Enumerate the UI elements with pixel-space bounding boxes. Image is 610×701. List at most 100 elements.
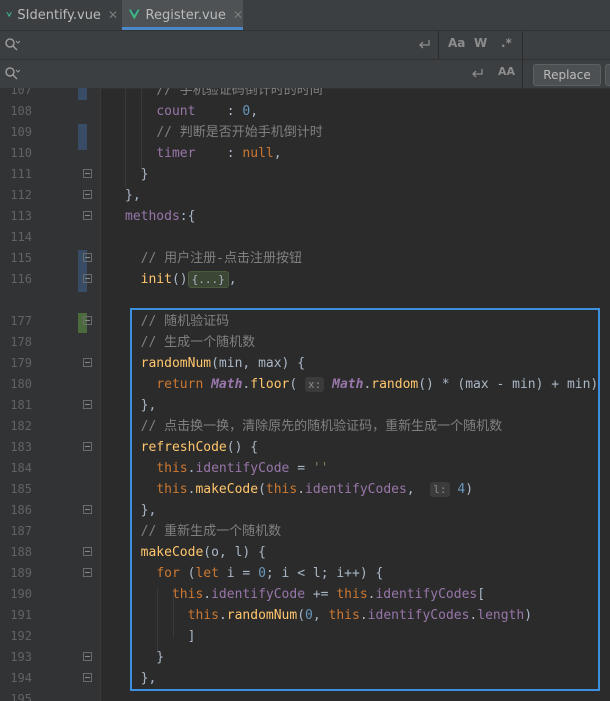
code-line[interactable]: 194 }, [0, 668, 610, 689]
code-line[interactable] [0, 290, 610, 311]
tab-label: Register.vue [145, 7, 226, 23]
replace-all-button[interactable] [605, 64, 610, 86]
fold-icon[interactable] [83, 169, 92, 178]
divider [522, 60, 523, 88]
code-editor[interactable]: 107 // 手机验证码倒计时的时间 108 count : 0, 109 // 判… [0, 88, 610, 701]
match-case-toggle[interactable]: Aa [448, 36, 465, 50]
code-line[interactable]: 109 // 判断是否开始手机倒计时 [0, 122, 610, 143]
fold-icon[interactable] [83, 274, 92, 283]
code-text[interactable]: ] [125, 626, 196, 647]
fold-icon[interactable] [83, 652, 92, 661]
code-text[interactable]: makeCode(o, l) { [125, 542, 266, 563]
preserve-case-toggle[interactable]: AA [498, 65, 515, 78]
search-icon[interactable] [4, 37, 20, 53]
tab-register-vue[interactable]: Register.vue ✕ [122, 0, 243, 30]
code-text[interactable]: count : 0, [125, 101, 258, 122]
code-line[interactable]: 181 }, [0, 395, 610, 416]
vue-file-icon [6, 12, 12, 18]
line-number: 179 [10, 356, 32, 370]
line-number: 177 [10, 314, 32, 328]
code-line[interactable]: 179 randomNum(min, max) { [0, 353, 610, 374]
code-text[interactable]: // 用户注册-点击注册按钮 [125, 248, 302, 269]
code-text[interactable]: init() {...}, [125, 269, 237, 290]
fold-icon[interactable] [83, 253, 92, 262]
tab-label: SIdentify.vue [17, 7, 101, 23]
code-text[interactable]: this.makeCode(this.identifyCodes, l: 4) [125, 479, 473, 500]
code-text[interactable]: }, [125, 668, 157, 689]
code-line[interactable]: 177 // 随机验证码 [0, 311, 610, 332]
code-line[interactable]: 185 this.makeCode(this.identifyCodes, l:… [0, 479, 610, 500]
code-text[interactable]: return Math.floor( x: Math.random() * (m… [125, 374, 598, 395]
code-line[interactable]: 191 this.randomNum(0, this.identifyCodes… [0, 605, 610, 626]
fold-icon[interactable] [83, 316, 92, 325]
code-line[interactable]: 112}, [0, 185, 610, 206]
code-text[interactable]: // 重新生成一个随机数 [125, 521, 281, 542]
code-line[interactable]: 188 makeCode(o, l) { [0, 542, 610, 563]
regex-toggle[interactable]: .* [501, 36, 512, 50]
fold-icon[interactable] [83, 190, 92, 199]
code-line[interactable]: 186 }, [0, 500, 610, 521]
fold-icon[interactable] [83, 211, 92, 220]
code-text[interactable]: } [125, 164, 149, 185]
code-line[interactable]: 113 methods:{ [0, 206, 610, 227]
line-number: 112 [10, 188, 32, 202]
code-line[interactable]: 180 return Math.floor( x: Math.random() … [0, 374, 610, 395]
code-text[interactable]: timer : null, [125, 143, 281, 164]
code-text[interactable]: // 点击换一换，清除原先的随机验证码，重新生成一个随机数 [125, 416, 502, 437]
fold-icon[interactable] [83, 568, 92, 577]
code-line[interactable]: 178 // 生成一个随机数 [0, 332, 610, 353]
code-line[interactable]: 193 } [0, 647, 610, 668]
fold-icon[interactable] [83, 442, 92, 451]
code-line[interactable]: 190 this.identifyCode += this.identifyCo… [0, 584, 610, 605]
code-text[interactable]: randomNum(min, max) { [125, 353, 305, 374]
code-line[interactable]: 115 // 用户注册-点击注册按钮 [0, 248, 610, 269]
line-number: 182 [10, 419, 32, 433]
code-text[interactable]: // 判断是否开始手机倒计时 [125, 122, 322, 143]
close-icon[interactable]: ✕ [108, 8, 118, 22]
fold-icon[interactable] [83, 505, 92, 514]
code-line[interactable]: 182 // 点击换一换，清除原先的随机验证码，重新生成一个随机数 [0, 416, 610, 437]
code-line[interactable]: 192 ] [0, 626, 610, 647]
words-toggle[interactable]: W [474, 36, 487, 50]
code-text[interactable]: this.identifyCode += this.identifyCodes[ [125, 584, 485, 605]
code-line[interactable]: 184 this.identifyCode = '' [0, 458, 610, 479]
line-number: 183 [10, 440, 32, 454]
search-icon[interactable] [4, 66, 20, 82]
code-line[interactable]: 107 // 手机验证码倒计时的时间 [0, 88, 610, 101]
code-line[interactable]: 189 for (let i = 0; i < l; i++) { [0, 563, 610, 584]
line-number: 187 [10, 524, 32, 538]
code-line[interactable]: 195 [0, 689, 610, 701]
code-line[interactable]: 110 timer : null, [0, 143, 610, 164]
code-line[interactable]: 187 // 重新生成一个随机数 [0, 521, 610, 542]
new-line-icon[interactable] [417, 38, 431, 52]
line-number: 186 [10, 503, 32, 517]
code-line[interactable]: 116 init() {...}, [0, 269, 610, 290]
code-line[interactable]: 183 refreshCode() { [0, 437, 610, 458]
code-text[interactable]: methods:{ [125, 206, 195, 227]
code-line[interactable]: 111 } [0, 164, 610, 185]
fold-icon[interactable] [83, 673, 92, 682]
fold-icon[interactable] [83, 547, 92, 556]
code-line[interactable]: 114 [0, 227, 610, 248]
find-input[interactable] [26, 34, 520, 58]
code-text[interactable]: }, [125, 185, 141, 206]
code-text[interactable]: }, [125, 395, 157, 416]
replace-button[interactable]: Replace [533, 64, 601, 86]
line-number: 193 [10, 650, 32, 664]
code-line[interactable]: 108 count : 0, [0, 101, 610, 122]
code-text[interactable]: refreshCode() { [125, 437, 258, 458]
code-text[interactable]: } [125, 647, 164, 668]
code-text[interactable]: // 生成一个随机数 [125, 332, 255, 353]
close-icon[interactable]: ✕ [233, 8, 243, 22]
code-text[interactable]: this.randomNum(0, this.identifyCodes.len… [125, 605, 532, 626]
code-text[interactable]: this.identifyCode = '' [125, 458, 328, 479]
tab-sidentify-vue[interactable]: SIdentify.vue ✕ [6, 0, 118, 30]
new-line-icon[interactable] [470, 67, 484, 81]
fold-icon[interactable] [83, 358, 92, 367]
code-text[interactable]: for (let i = 0; i < l; i++) { [125, 563, 383, 584]
code-text[interactable]: // 手机验证码倒计时的时间 [125, 88, 322, 101]
code-text[interactable]: // 随机验证码 [125, 311, 229, 332]
code-text[interactable]: }, [125, 500, 157, 521]
fold-icon[interactable] [83, 400, 92, 409]
replace-input[interactable] [26, 63, 520, 87]
